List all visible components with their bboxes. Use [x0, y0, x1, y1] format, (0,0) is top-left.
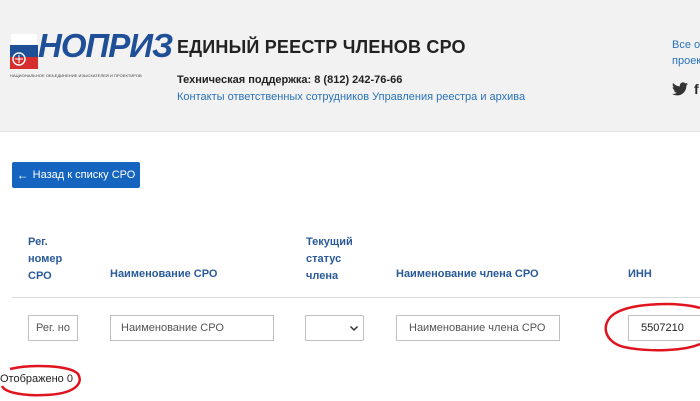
column-header-reg-number: Рег. номер СРО	[28, 236, 63, 282]
shown-count-text: Отображено 0	[0, 373, 73, 385]
reg-number-filter-input[interactable]	[28, 315, 78, 341]
back-button-label: Назад к списку СРО	[32, 169, 136, 181]
projects-link-line2: проек	[672, 55, 700, 67]
facebook-icon[interactable]: f	[694, 81, 699, 97]
projects-link-line1: Все ор	[672, 39, 700, 51]
projects-link[interactable]: Все ор проек	[672, 37, 700, 69]
column-header-sro-name: Наименование СРО	[110, 268, 218, 280]
chevron-down-icon	[349, 325, 359, 332]
back-to-sro-list-button[interactable]: ← Назад к списку СРО	[12, 162, 140, 188]
column-header-member-name: Наименование члена СРО	[396, 268, 539, 280]
support-phone: Техническая поддержка: 8 (812) 242-76-66	[177, 74, 403, 86]
member-name-filter-input[interactable]	[396, 315, 560, 341]
nopriz-logo[interactable]: НОПРИЗ НАЦИОНАЛЬНОЕ ОБЪЕДИНЕНИЕ ИЗЫСКАТЕ…	[10, 29, 173, 84]
page-title: ЕДИНЫЙ РЕЕСТР ЧЛЕНОВ СРО	[177, 37, 466, 57]
arrow-left-icon: ←	[16, 168, 29, 182]
column-header-member-status: Текущий статус члена	[306, 236, 353, 282]
twitter-icon[interactable]	[672, 82, 688, 96]
member-status-select[interactable]	[305, 315, 364, 341]
logo-wordmark: НОПРИЗ	[38, 27, 173, 64]
inn-filter-input[interactable]	[628, 315, 700, 341]
table-header-divider	[12, 297, 700, 298]
sro-name-filter-input[interactable]	[110, 315, 274, 341]
contacts-link[interactable]: Контакты ответственных сотрудников Управ…	[177, 91, 525, 103]
russian-flag-logo-icon	[10, 33, 38, 69]
site-header: НОПРИЗ НАЦИОНАЛЬНОЕ ОБЪЕДИНЕНИЕ ИЗЫСКАТЕ…	[0, 0, 700, 132]
column-header-inn: ИНН	[628, 268, 652, 280]
logo-subtitle: НАЦИОНАЛЬНОЕ ОБЪЕДИНЕНИЕ ИЗЫСКАТЕЛЕЙ И П…	[10, 74, 142, 78]
